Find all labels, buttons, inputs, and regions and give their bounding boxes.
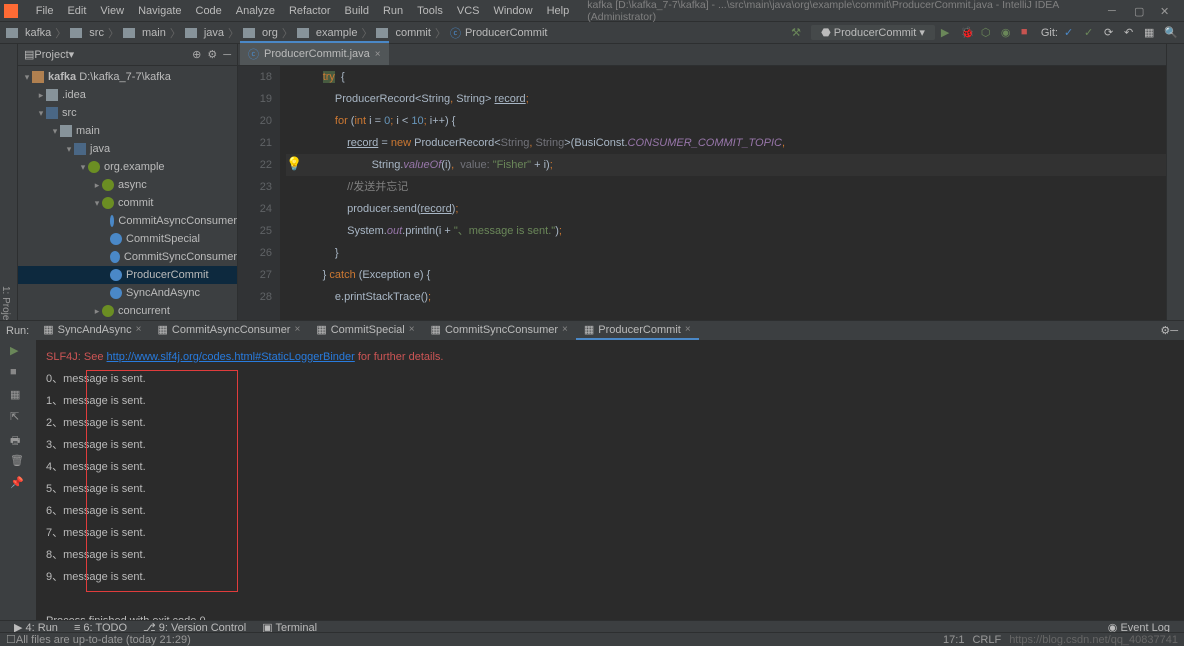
status-bar: ☐ All files are up-to-date (today 21:29)… [0,632,1184,646]
runtab-commitspecial[interactable]: ▦ CommitSpecial × [308,321,422,340]
debug-icon[interactable]: 🐞 [961,26,975,40]
menu-run[interactable]: Run [377,3,409,19]
vcs-history-icon[interactable]: ⟳ [1104,26,1118,40]
vcs-commit-icon[interactable]: ✓ [1084,26,1098,40]
pin-icon[interactable]: 📌 [10,476,26,492]
intention-bulb-icon[interactable]: 💡 [286,156,302,172]
run-header: Run: ▦ SyncAndAsync × ▦ CommitAsyncConsu… [0,321,1184,340]
menu-view[interactable]: View [94,3,130,19]
navigation-toolbar: kafka〉 src〉 main〉 java〉 org〉 example〉 co… [0,22,1184,44]
print-icon[interactable]: 🖶 [10,432,26,448]
menu-refactor[interactable]: Refactor [283,3,337,19]
titlebar: File Edit View Navigate Code Analyze Ref… [0,0,1184,22]
rerun-icon[interactable]: ▶ [10,344,26,360]
stop-icon[interactable]: ■ [1021,26,1035,40]
close-icon[interactable]: ✕ [1160,5,1172,17]
hammer-icon[interactable]: ⚒ [791,26,805,40]
git-label: Git: [1041,27,1058,39]
run-hide-icon[interactable]: ─ [1170,325,1178,337]
menu-edit[interactable]: Edit [61,3,92,19]
menu-file[interactable]: File [30,3,60,19]
delete-icon[interactable]: 🗑 [10,454,26,470]
menu-window[interactable]: Window [487,3,538,19]
run-icon[interactable]: ▶ [941,26,955,40]
layout-icon[interactable]: ▦ [10,388,26,404]
close-tab-icon[interactable]: × [375,49,381,60]
minimize-icon[interactable]: ─ [1108,5,1120,17]
project-header: ▤ Project ▾ ⊕ ⚙ ─ [18,44,237,66]
project-collapse-icon[interactable]: ⊕ [192,48,201,61]
menu-code[interactable]: Code [190,3,228,19]
menu-help[interactable]: Help [541,3,576,19]
editor-tab-producercommit[interactable]: ⓒProducerCommit.java× [240,41,389,65]
runtab-commitsync[interactable]: ▦ CommitSyncConsumer × [423,321,576,340]
project-settings-icon[interactable]: ⚙ [207,48,217,61]
window-title: kafka [D:\kafka_7-7\kafka] - ...\src\mai… [587,0,1108,23]
watermark: https://blog.csdn.net/qq_40837741 [1009,634,1178,646]
runtab-producercommit[interactable]: ▦ ProducerCommit × [576,321,699,340]
run-config-select[interactable]: ⬣ ProducerCommit ▾ [811,25,935,40]
editor-tabs: ⓒProducerCommit.java× [238,44,1166,66]
stop-icon[interactable]: ■ [10,366,26,382]
run-settings-icon[interactable]: ⚙ [1160,324,1170,337]
menubar: File Edit View Navigate Code Analyze Ref… [24,1,1108,21]
runtab-commitasync[interactable]: ▦ CommitAsyncConsumer × [149,321,308,340]
breadcrumb[interactable]: kafka〉 src〉 main〉 java〉 org〉 example〉 co… [6,25,547,41]
menu-build[interactable]: Build [339,3,375,19]
profile-icon[interactable]: ◉ [1001,26,1015,40]
status-pos: 17:1 [943,634,964,646]
status-message: All files are up-to-date (today 21:29) [16,634,191,646]
intellij-logo-icon [4,4,18,18]
menu-navigate[interactable]: Navigate [132,3,187,19]
tree-producercommit: ProducerCommit [18,266,237,284]
up-icon[interactable]: ⇱ [10,410,26,426]
vcs-update-icon[interactable]: ✓ [1064,26,1078,40]
menu-tools[interactable]: Tools [411,3,449,19]
slf4j-link[interactable]: http://www.slf4j.org/codes.html#StaticLo… [107,351,355,363]
run-side-toolbar: ▶ ■ ▦ ⇱ 🖶 🗑 📌 [0,340,36,638]
menu-analyze[interactable]: Analyze [230,3,281,19]
project-hide-icon[interactable]: ─ [223,49,231,61]
coverage-icon[interactable]: ⬡ [981,26,995,40]
ide-structure-icon[interactable]: ▦ [1144,26,1158,40]
menu-vcs[interactable]: VCS [451,3,486,19]
maximize-icon[interactable]: ▢ [1134,5,1146,17]
vcs-revert-icon[interactable]: ↶ [1124,26,1138,40]
status-enc: CRLF [972,634,1001,646]
search-icon[interactable]: 🔍 [1164,26,1178,40]
run-panel: Run: ▦ SyncAndAsync × ▦ CommitAsyncConsu… [0,320,1184,620]
runtab-syncandasync[interactable]: ▦ SyncAndAsync × [35,321,149,340]
run-output[interactable]: SLF4J: See http://www.slf4j.org/codes.ht… [36,340,1184,638]
